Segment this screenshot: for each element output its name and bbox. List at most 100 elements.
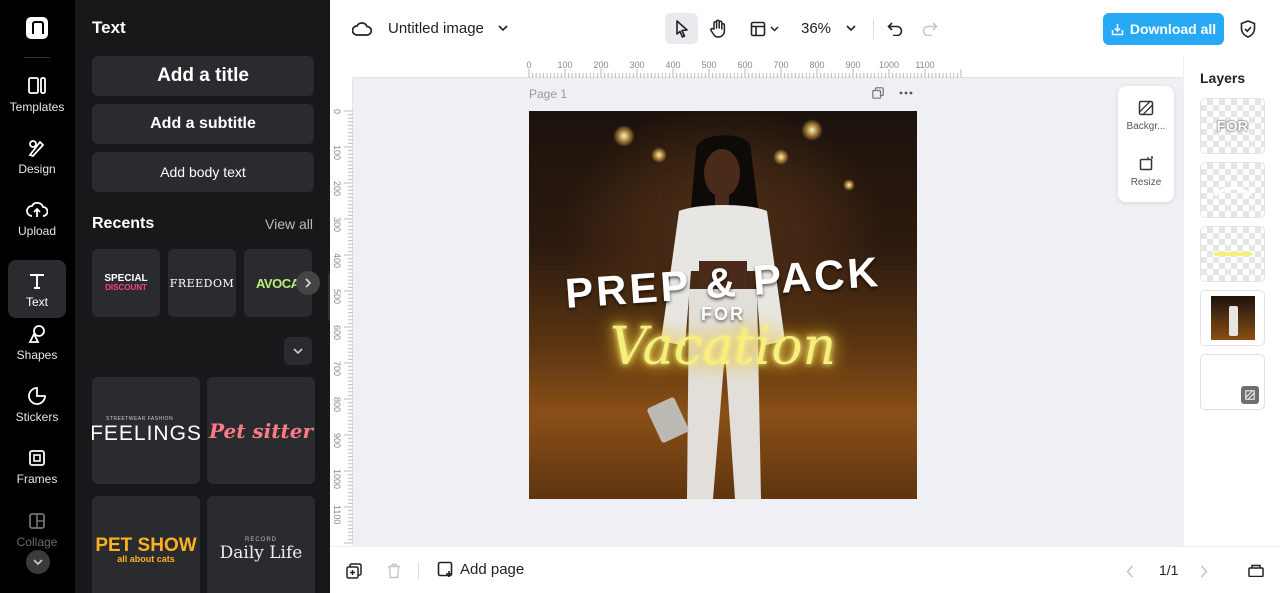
layer-item[interactable]: [1200, 226, 1265, 282]
layers-title: Layers: [1200, 70, 1246, 86]
layer-thumb-text: FOR: [1216, 117, 1249, 135]
chevron-down-icon: [293, 348, 303, 355]
ruler-v-label: 1100: [332, 505, 342, 525]
prev-page-icon[interactable]: [1122, 562, 1138, 580]
artboard-tools: Backgr... Resize: [1118, 86, 1174, 202]
chevron-down-icon: [33, 559, 43, 566]
cursor-tool-icon[interactable]: [670, 18, 694, 40]
add-subtitle-button[interactable]: Add a subtitle: [92, 104, 314, 144]
recent-tile-freedom[interactable]: FREEDOM: [168, 249, 236, 317]
horizontal-ruler: 0 100 200 300 400 500 600 700 800 900 1000 1100: [353, 57, 1183, 78]
rail-label-text: Text: [25, 294, 48, 309]
ruler-h-label: 100: [557, 60, 573, 70]
layer-item[interactable]: [1200, 354, 1265, 410]
design-artboard[interactable]: PREP & PACK FOR Vacation: [529, 111, 917, 499]
shield-icon[interactable]: [1236, 17, 1260, 41]
stickers-icon: [25, 385, 49, 407]
background-icon: [1138, 100, 1154, 116]
expand-recents-button[interactable]: [284, 337, 312, 365]
ruler-h-label: 800: [809, 60, 825, 70]
chevron-down-icon[interactable]: [495, 20, 511, 36]
rail-item-shapes[interactable]: Shapes: [8, 313, 66, 371]
shapes-icon: [25, 323, 49, 345]
recent-tile-line: DISCOUNT: [105, 283, 147, 292]
add-title-button[interactable]: Add a title: [92, 56, 314, 96]
ruler-h-label: 900: [845, 60, 861, 70]
editor-app: Templates Design Upload Text Shapes Stic…: [0, 0, 1280, 593]
rail-item-upload[interactable]: Upload: [8, 189, 66, 247]
rail-item-design[interactable]: Design: [8, 127, 66, 185]
page-manager-icon[interactable]: [1246, 560, 1266, 580]
ruler-h-label: 400: [665, 60, 681, 70]
rail-label-frames: Frames: [16, 471, 58, 486]
rail-item-frames[interactable]: Frames: [8, 437, 66, 495]
trash-icon[interactable]: [384, 561, 404, 581]
ruler-h-label: 200: [593, 60, 609, 70]
rail-label-shapes: Shapes: [16, 347, 58, 362]
add-page-button[interactable]: Add page: [437, 561, 524, 578]
chevron-right-icon: [305, 278, 312, 288]
bottom-divider: [418, 562, 419, 580]
ruler-v-label: 400: [332, 253, 342, 269]
duplicate-page-icon[interactable]: [871, 86, 885, 100]
cloud-save-icon[interactable]: [350, 17, 374, 41]
download-icon: [1111, 23, 1124, 35]
rail-collapse-button[interactable]: [26, 550, 50, 574]
ruler-v-label: 800: [332, 397, 342, 413]
script-text[interactable]: Vacation: [529, 317, 917, 377]
ruler-h-label: 0: [526, 60, 532, 70]
zoom-chevron-down-icon[interactable]: [843, 20, 859, 36]
more-options-icon[interactable]: [899, 86, 913, 100]
layer-thumb-photo: [1210, 296, 1255, 340]
rail-label-design: Design: [18, 161, 56, 176]
design-icon: [25, 137, 49, 159]
add-page-icon: [437, 561, 453, 577]
background-button[interactable]: Backgr...: [1118, 100, 1174, 132]
top-bar: Untitled image 36% Download all: [330, 0, 1280, 57]
template-tile-daily-life[interactable]: RECORD Daily Life: [207, 496, 315, 593]
download-all-button[interactable]: Download all: [1103, 13, 1224, 45]
view-all-link[interactable]: View all: [265, 216, 313, 232]
next-page-icon[interactable]: [1196, 562, 1212, 580]
ruler-v-label: 700: [332, 361, 342, 377]
rail-item-text[interactable]: Text: [8, 260, 66, 318]
add-page-label: Add page: [460, 561, 525, 578]
template-tile-main-text: FEELINGS: [92, 421, 200, 445]
recents-next-button[interactable]: [296, 271, 320, 295]
add-layer-icon[interactable]: [344, 561, 364, 581]
upload-icon: [25, 199, 49, 221]
collage-icon: [25, 510, 49, 532]
ruler-v-label: 1000: [332, 469, 342, 490]
ruler-ticks: [528, 69, 962, 78]
rail-label-templates: Templates: [9, 99, 65, 114]
ruler-h-label: 600: [737, 60, 753, 70]
recent-tile-line: FREEDOM: [169, 276, 235, 290]
template-tile-feelings[interactable]: STREETWEAR FASHION FEELINGS: [92, 377, 200, 484]
resize-button[interactable]: Resize: [1118, 156, 1174, 188]
template-tile-pet-sitter[interactable]: Pet sitter: [207, 377, 315, 484]
layout-icon: [750, 21, 765, 37]
rail-item-templates[interactable]: Templates: [8, 65, 66, 123]
app-logo-icon[interactable]: [26, 17, 48, 39]
layer-item[interactable]: [1200, 162, 1265, 218]
recent-tile-special-discount[interactable]: SPECIAL DISCOUNT: [92, 249, 160, 317]
background-label: Backgr...: [1126, 121, 1166, 132]
template-tile-main-text: Daily Life: [219, 542, 303, 563]
background-layer-icon: [1241, 386, 1259, 404]
redo-icon[interactable]: [918, 17, 942, 41]
layer-item[interactable]: FOR: [1200, 98, 1265, 154]
hand-tool-icon[interactable]: [706, 17, 730, 41]
ruler-v-label: 200: [332, 181, 342, 197]
layout-menu-button[interactable]: [744, 17, 784, 41]
zoom-level[interactable]: 36%: [801, 20, 831, 37]
add-body-text-button[interactable]: Add body text: [92, 152, 314, 192]
resize-icon: [1139, 156, 1153, 171]
rail-item-stickers[interactable]: Stickers: [8, 375, 66, 433]
templates-icon: [25, 75, 49, 97]
download-all-label: Download all: [1129, 21, 1217, 37]
undo-icon[interactable]: [883, 17, 907, 41]
document-title[interactable]: Untitled image: [388, 20, 484, 37]
layer-item[interactable]: [1200, 290, 1265, 346]
template-tile-pet-show[interactable]: PET SHOW all about cats: [92, 496, 200, 593]
ruler-v-label: 0: [332, 109, 342, 115]
